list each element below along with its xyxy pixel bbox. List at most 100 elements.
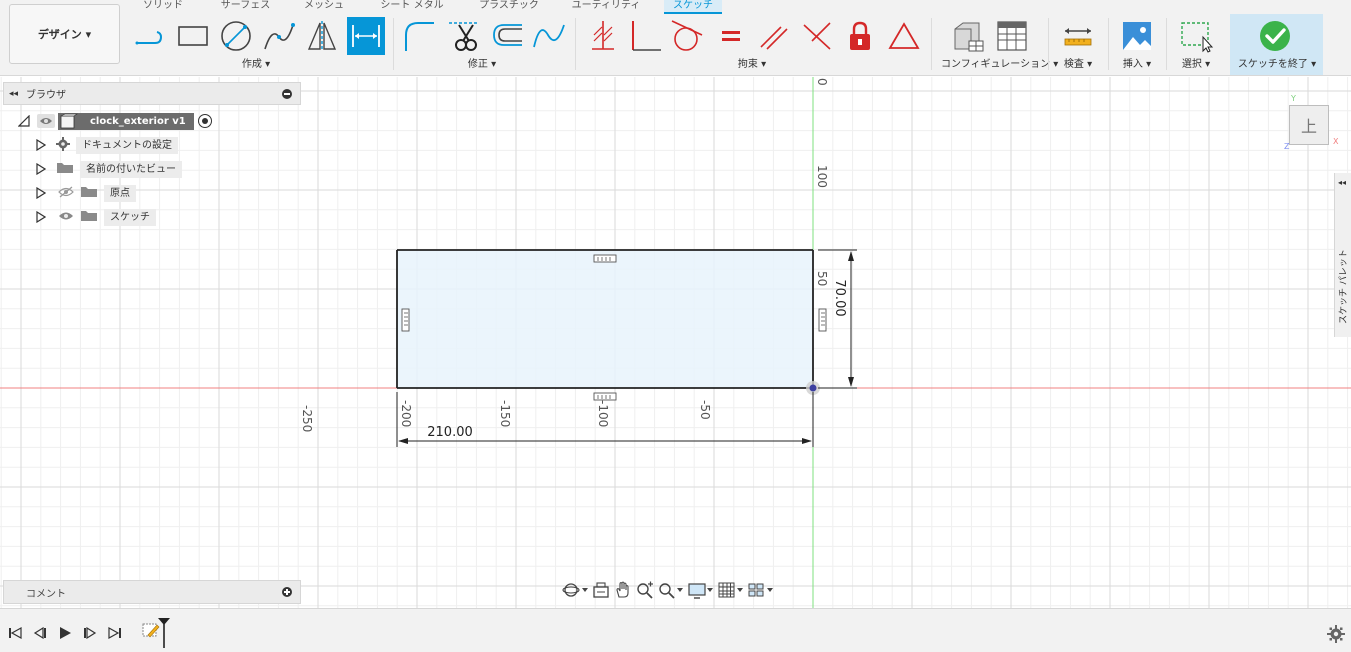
orbit-icon[interactable] xyxy=(560,579,590,601)
add-comment-icon[interactable] xyxy=(282,587,292,597)
finish-sketch-label[interactable]: スケッチを終了 ▾ xyxy=(1232,58,1322,72)
settings-gear-icon[interactable] xyxy=(1327,625,1345,643)
coincident-icon[interactable] xyxy=(584,17,622,55)
tab-surface[interactable]: サーフェス xyxy=(218,0,273,14)
rectangle-icon[interactable] xyxy=(174,17,212,55)
component-label-box[interactable]: clock_exterior v1 xyxy=(58,112,194,130)
curve-icon[interactable] xyxy=(530,17,568,55)
vertical-constraint-glyph[interactable] xyxy=(401,308,410,332)
tab-sketch[interactable]: スケッチ xyxy=(664,0,722,14)
timeline-marker[interactable] xyxy=(158,618,170,648)
circle-icon[interactable] xyxy=(217,17,255,55)
expand-caret-icon[interactable] xyxy=(36,138,47,152)
horizontal-constraint-glyph[interactable] xyxy=(593,392,617,401)
height-dimension-value[interactable]: 70.00 xyxy=(832,279,847,316)
activate-radio-icon[interactable] xyxy=(197,114,212,128)
sketch-palette-label: スケッチ パレット xyxy=(1339,249,1349,324)
minimize-panel-icon[interactable] xyxy=(282,88,292,99)
perpendicular-lines-icon[interactable] xyxy=(798,17,836,55)
sketch-canvas[interactable]: 210.00 70.00 -250 -200 -150 -100 -50 0 1… xyxy=(0,77,1351,608)
measure-icon[interactable] xyxy=(1059,17,1097,55)
pan-hand-icon[interactable] xyxy=(612,579,634,601)
tab-utility[interactable]: ユーティリティ xyxy=(570,0,642,14)
ruler-label-x: -50 xyxy=(698,400,712,420)
insert-image-icon[interactable] xyxy=(1118,17,1156,55)
horizontal-constraint-glyph[interactable] xyxy=(593,254,617,263)
grid-settings-icon[interactable] xyxy=(716,579,746,601)
tab-mesh[interactable]: メッシュ xyxy=(300,0,348,14)
width-dimension-value[interactable]: 210.00 xyxy=(427,425,473,440)
sketch-profile[interactable] xyxy=(397,250,813,388)
tangent-icon[interactable] xyxy=(668,17,706,55)
look-at-icon[interactable] xyxy=(590,579,612,601)
equal-icon[interactable] xyxy=(712,17,750,55)
viewcube[interactable]: 上 xyxy=(1289,105,1329,145)
triangle-icon[interactable] xyxy=(885,17,923,55)
workspace-dropdown[interactable]: デザイン ▾ xyxy=(9,4,120,64)
ruler-label-y: 50 xyxy=(815,271,829,286)
trim-icon[interactable] xyxy=(445,17,483,55)
step-forward-icon[interactable] xyxy=(81,626,99,640)
ruler-label-x: -250 xyxy=(300,405,314,432)
select-window-icon[interactable] xyxy=(1177,17,1215,55)
dimension-icon[interactable] xyxy=(347,17,385,55)
browser-item-document-settings[interactable]: ドキュメントの設定 xyxy=(36,135,178,155)
configure-group-label[interactable]: コンフィギュレーション ▾ xyxy=(941,58,1058,72)
expand-caret-icon[interactable] xyxy=(36,186,47,200)
expand-caret-icon[interactable] xyxy=(36,162,47,176)
mirror-icon[interactable] xyxy=(303,17,341,55)
eye-hidden-icon[interactable] xyxy=(58,186,74,201)
toolbar-divider xyxy=(1166,18,1167,70)
display-settings-icon[interactable] xyxy=(686,579,716,601)
go-to-start-icon[interactable] xyxy=(6,626,24,640)
configure-icon[interactable] xyxy=(949,17,987,55)
eye-icon[interactable] xyxy=(37,114,55,128)
browser-root-row[interactable]: clock_exterior v1 xyxy=(17,111,212,131)
viewcube-axis-x: X xyxy=(1333,137,1339,146)
ruler-labels-y: 0 100 50 xyxy=(815,78,829,286)
inspect-group-label[interactable]: 検査 ▾ xyxy=(1058,58,1098,72)
comments-panel[interactable]: コメント xyxy=(3,580,301,604)
browser-item-label: 原点 xyxy=(104,184,136,202)
browser-item-sketches[interactable]: スケッチ xyxy=(36,207,156,227)
spline-icon[interactable] xyxy=(260,17,298,55)
finish-sketch-icon[interactable] xyxy=(1256,17,1294,55)
tab-solid[interactable]: ソリッド xyxy=(138,0,188,14)
line-icon[interactable] xyxy=(131,17,169,55)
eye-icon[interactable] xyxy=(58,210,74,225)
ruler-label-x: -150 xyxy=(498,400,512,427)
toolbar: デザイン ▾ ソリッド サーフェス メッシュ シート メタル プラスチック ユー… xyxy=(0,0,1351,76)
fillet-icon[interactable] xyxy=(400,17,438,55)
vertical-constraint-glyph[interactable] xyxy=(818,308,827,332)
step-back-icon[interactable] xyxy=(31,626,49,640)
viewports-icon[interactable] xyxy=(746,579,776,601)
offset-icon[interactable] xyxy=(488,17,526,55)
tab-plastic[interactable]: プラスチック xyxy=(476,0,542,14)
constrain-group-label[interactable]: 拘束 ▾ xyxy=(726,58,778,72)
ruler-label-y: 0 xyxy=(815,78,829,86)
root-component-name: clock_exterior v1 xyxy=(90,115,186,127)
create-group-label[interactable]: 作成 ▾ xyxy=(230,58,282,72)
browser-item-named-views[interactable]: 名前の付いたビュー xyxy=(36,159,182,179)
browser-item-origin[interactable]: 原点 xyxy=(36,183,136,203)
zoom-icon[interactable] xyxy=(634,579,656,601)
expand-caret-icon[interactable] xyxy=(36,210,47,224)
collapse-left-icon[interactable]: ◂◂ xyxy=(9,89,18,99)
toolbar-divider xyxy=(1048,18,1049,70)
zoom-window-icon[interactable] xyxy=(656,579,686,601)
modify-group-label[interactable]: 修正 ▾ xyxy=(456,58,508,72)
collapse-caret-icon[interactable] xyxy=(17,114,30,127)
go-to-end-icon[interactable] xyxy=(106,626,124,640)
ruler-label-x: -200 xyxy=(399,400,413,427)
table-config-icon[interactable] xyxy=(993,17,1031,55)
play-icon[interactable] xyxy=(56,626,74,640)
timeline xyxy=(0,608,1351,652)
parallel-icon[interactable] xyxy=(755,17,793,55)
perpendicular-icon[interactable] xyxy=(627,17,665,55)
select-group-label[interactable]: 選択 ▾ xyxy=(1174,58,1218,72)
browser-item-label: ドキュメントの設定 xyxy=(76,136,178,154)
expand-palette-icon[interactable]: ◂◂ xyxy=(1338,178,1346,187)
fix-icon[interactable] xyxy=(841,17,879,55)
insert-group-label[interactable]: 挿入 ▾ xyxy=(1116,58,1158,72)
tab-sheet-metal[interactable]: シート メタル xyxy=(378,0,446,14)
